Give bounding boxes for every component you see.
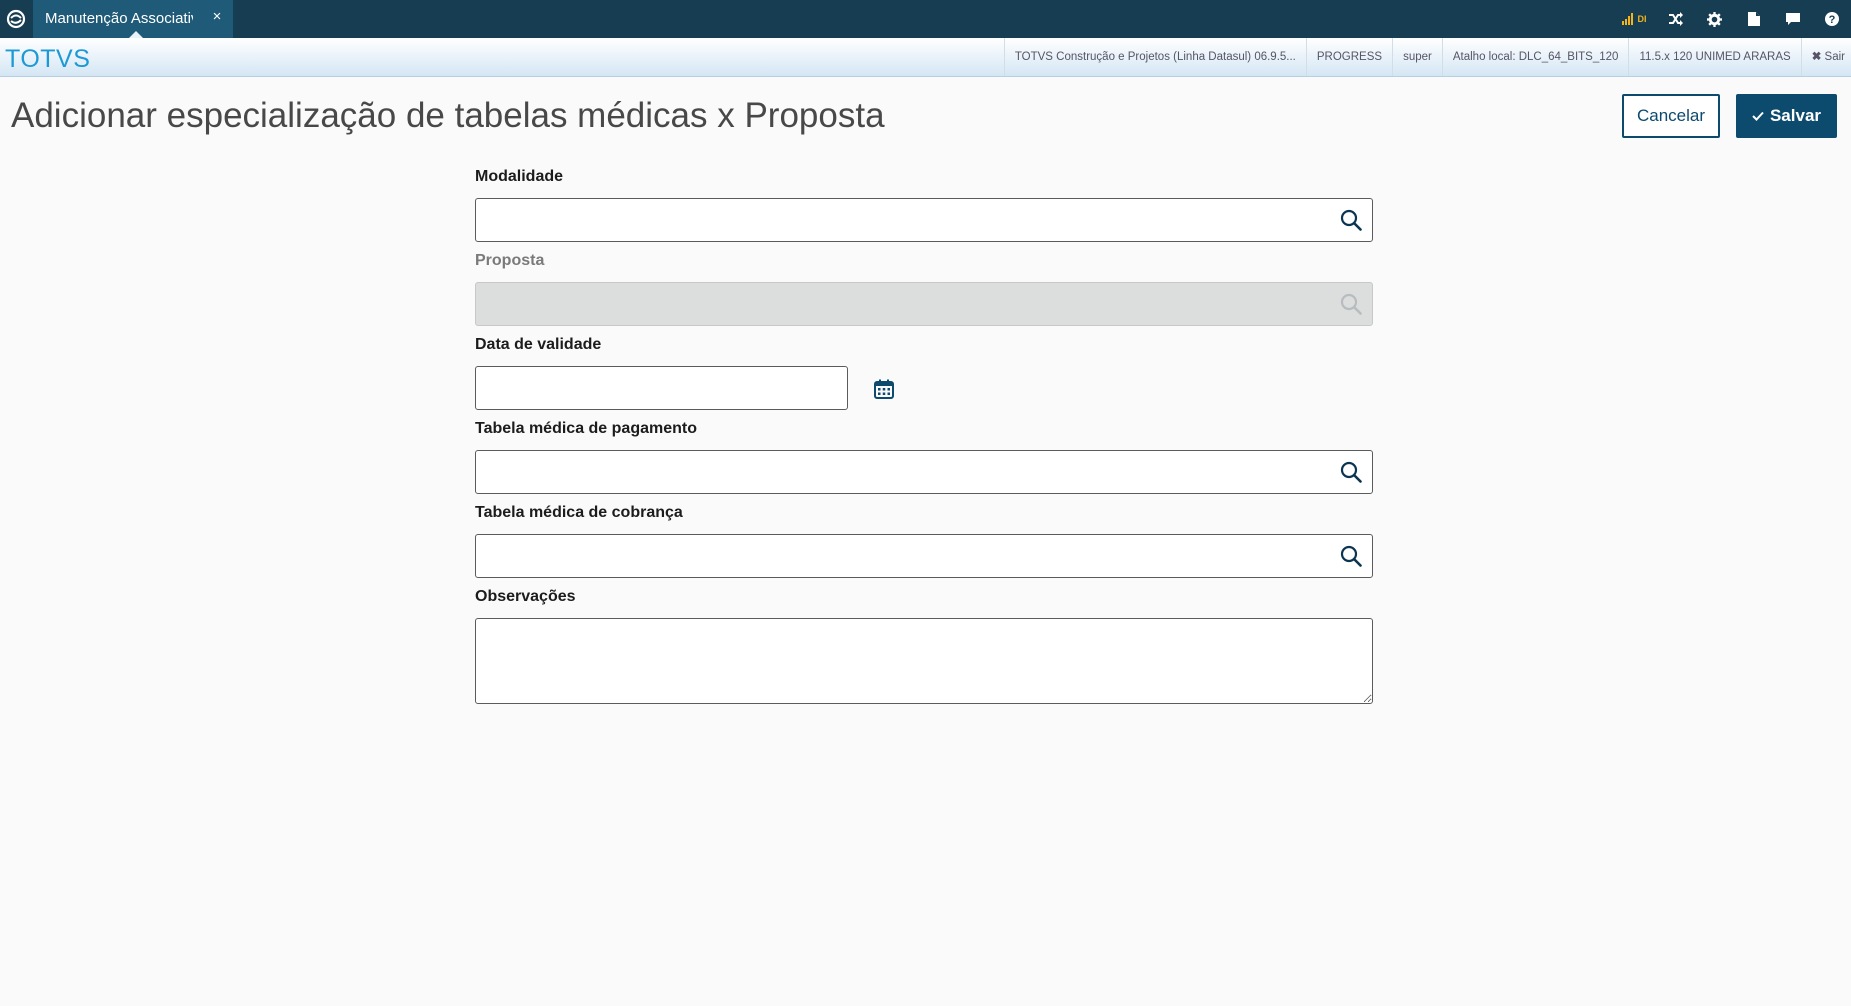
tab-label: Manutenção Associativ <box>45 10 193 27</box>
top-bar: Manutenção Associativ × DI ? <box>0 0 1851 38</box>
tabela-cobranca-input[interactable] <box>476 535 1340 575</box>
tabela-cobranca-label: Tabela médica de cobrança <box>475 504 683 521</box>
data-validade-input[interactable] <box>476 367 840 407</box>
totvs-logo-icon[interactable] <box>0 0 32 38</box>
observacoes-textarea[interactable] <box>475 618 1373 704</box>
sub-bar: TOTVS TOTVS Construção e Projetos (Linha… <box>0 38 1851 77</box>
save-label: Salvar <box>1769 106 1822 125</box>
tabela-pagamento-label: Tabela médica de pagamento <box>475 420 697 437</box>
gear-icon[interactable] <box>1695 0 1734 38</box>
tab-active-indicator <box>129 31 143 38</box>
proposta-input <box>476 283 1340 323</box>
product-info: TOTVS Construção e Projetos (Linha Datas… <box>1003 38 1306 76</box>
session-info: TOTVS Construção e Projetos (Linha Datas… <box>1003 38 1851 76</box>
search-icon[interactable] <box>1340 461 1362 483</box>
search-icon[interactable] <box>1340 209 1362 231</box>
search-icon <box>1340 293 1362 315</box>
observacoes-label: Observações <box>475 588 576 605</box>
document-icon[interactable] <box>1734 0 1773 38</box>
calendar-icon[interactable] <box>874 379 894 399</box>
check-icon <box>1752 106 1764 126</box>
proposta-label: Proposta <box>475 252 545 269</box>
shortcut-info: Atalho local: DLC_64_BITS_120 <box>1441 38 1629 76</box>
data-validade-field[interactable] <box>475 366 848 410</box>
chat-icon[interactable] <box>1773 0 1812 38</box>
database-info: PROGRESS <box>1305 38 1392 76</box>
brand-logo[interactable]: TOTVS <box>5 45 90 74</box>
company-info: 11.5.x 120 UNIMED ARARAS <box>1628 38 1800 76</box>
svg-text:?: ? <box>1828 14 1835 26</box>
page-title: Adicionar especialização de tabelas médi… <box>11 96 885 135</box>
exit-label: Sair <box>1824 51 1845 63</box>
cancel-button[interactable]: Cancelar <box>1622 94 1720 138</box>
save-button[interactable]: Salvar <box>1736 94 1837 138</box>
signal-label: DI <box>1637 14 1647 24</box>
user-info: super <box>1392 38 1442 76</box>
data-validade-label: Data de validade <box>475 336 602 353</box>
tabela-pagamento-field[interactable] <box>475 450 1373 494</box>
modalidade-field[interactable] <box>475 198 1373 242</box>
modalidade-input[interactable] <box>476 199 1340 239</box>
exit-button[interactable]: ✖ Sair <box>1800 38 1851 76</box>
close-icon: ✖ <box>1811 51 1822 63</box>
help-icon[interactable]: ? <box>1812 0 1851 38</box>
modalidade-label: Modalidade <box>475 168 564 185</box>
toolbar-icons: DI ? <box>1612 0 1851 38</box>
tabela-cobranca-field[interactable] <box>475 534 1373 578</box>
proposta-field <box>475 282 1373 326</box>
tabela-pagamento-input[interactable] <box>476 451 1340 491</box>
search-icon[interactable] <box>1340 545 1362 567</box>
shuffle-icon[interactable] <box>1656 0 1695 38</box>
tab-manutencao[interactable]: Manutenção Associativ × <box>33 0 233 38</box>
signal-icon[interactable]: DI <box>1612 0 1656 38</box>
close-icon[interactable]: × <box>207 8 227 25</box>
